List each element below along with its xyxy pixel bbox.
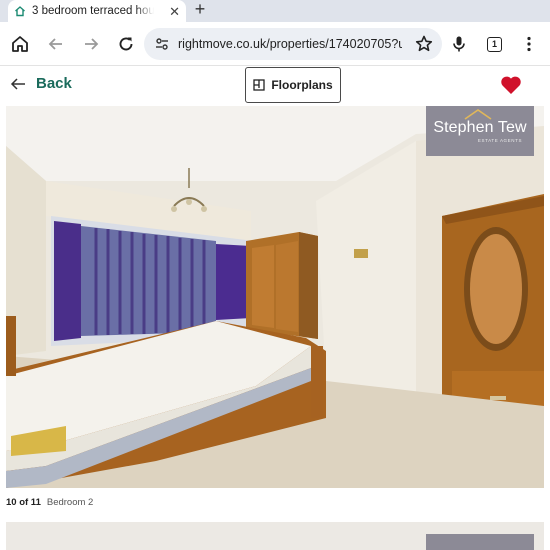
heart-icon[interactable] <box>500 75 522 95</box>
floorplans-label: Floorplans <box>271 78 333 92</box>
agent-logo: Stephen Tew ESTATE AGENTS <box>426 106 534 156</box>
next-agent-logo <box>426 534 534 550</box>
reload-icon[interactable] <box>116 34 136 54</box>
more-menu-icon[interactable] <box>519 34 539 54</box>
url-text: rightmove.co.uk/properties/174020705?ut <box>178 37 402 51</box>
bedroom-photo-image <box>6 106 544 488</box>
floorplan-icon <box>253 79 265 91</box>
photo-counter: 10 of 11 <box>6 497 41 508</box>
browser-toolbar: rightmove.co.uk/properties/174020705?ut <box>0 22 550 66</box>
microphone-icon[interactable] <box>449 34 469 54</box>
address-bar[interactable]: rightmove.co.uk/properties/174020705?ut <box>144 28 442 60</box>
property-photo[interactable] <box>6 106 544 488</box>
home-tab-icon <box>15 6 25 17</box>
photo-caption: 10 of 11 Bedroom 2 <box>6 497 93 508</box>
bookmark-star-icon[interactable] <box>414 34 434 54</box>
back-icon <box>10 77 25 90</box>
back-button[interactable]: Back <box>10 75 72 92</box>
tab-switcher-button[interactable]: 1 <box>487 37 502 52</box>
agent-subtitle: ESTATE AGENTS <box>477 138 523 143</box>
tab-title: 3 bedroom terraced house f <box>32 5 154 17</box>
room-caption: Bedroom 2 <box>46 497 94 508</box>
site-settings-icon[interactable] <box>154 36 170 52</box>
browser-tab[interactable]: 3 bedroom terraced house f ✕ <box>8 0 186 22</box>
floorplans-button[interactable]: Floorplans <box>245 67 341 103</box>
close-tab-icon[interactable]: ✕ <box>169 5 180 18</box>
home-icon[interactable] <box>10 34 30 54</box>
property-header: Back Floorplans <box>0 66 550 106</box>
agent-name: Stephen Tew <box>433 119 527 136</box>
forward-arrow-icon[interactable] <box>81 34 101 54</box>
back-arrow-icon[interactable] <box>46 34 66 54</box>
back-label: Back <box>36 75 72 92</box>
new-tab-button[interactable]: + <box>190 0 210 20</box>
house-roof-logo-icon <box>464 109 492 120</box>
tab-strip: 3 bedroom terraced house f ✕ + <box>0 0 550 22</box>
